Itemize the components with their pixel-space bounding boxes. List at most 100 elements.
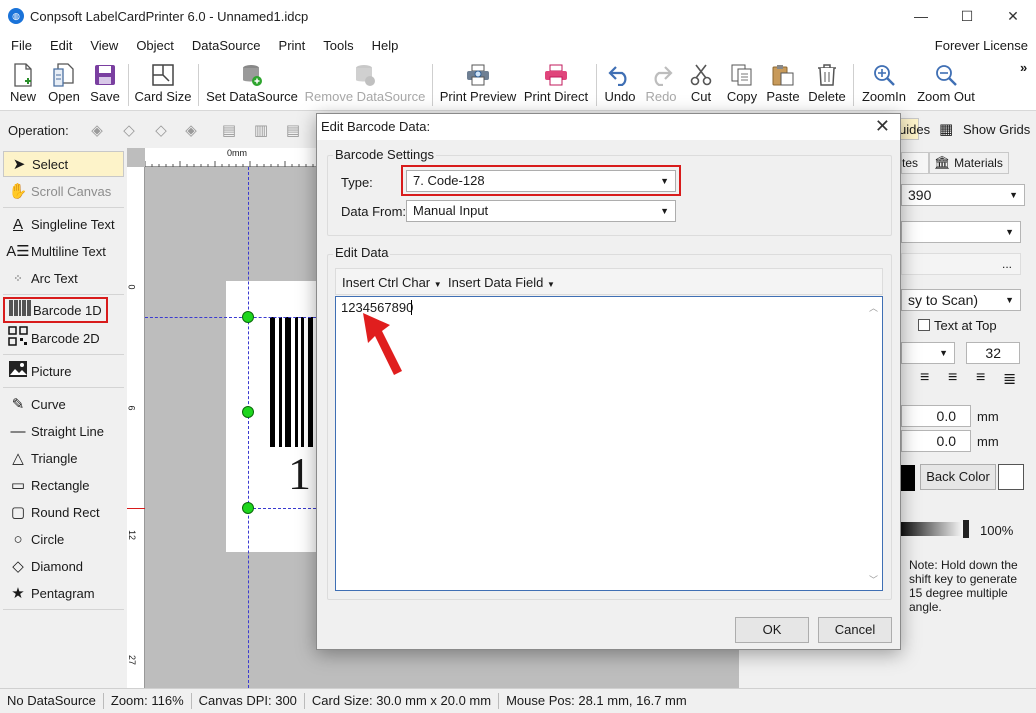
chevron-down-icon: ▼ (433, 280, 442, 289)
zoom-out-button[interactable]: Zoom Out (914, 61, 978, 109)
multiline-text-icon: A☰ (6, 243, 30, 260)
resize-handle[interactable] (242, 502, 254, 514)
print-preview-button[interactable]: Print Preview (438, 61, 518, 109)
tab-materials[interactable]: 🏛 Materials (929, 152, 1009, 174)
barcode-data-textarea[interactable]: 1234567890 ︿ ﹀ (335, 296, 883, 591)
ruler-label: 0 (126, 284, 137, 290)
align-right-icon[interactable]: ▤ (282, 121, 304, 139)
fore-color-swatch[interactable] (901, 465, 915, 491)
layer-send-back-icon[interactable]: ◈ (180, 121, 202, 139)
font-size-spinner[interactable]: 32 (966, 342, 1020, 364)
tool-rectangle[interactable]: ▭ Rectangle (3, 472, 124, 498)
close-icon[interactable]: ✕ (875, 116, 890, 137)
ruler-cursor-marker (127, 508, 145, 509)
font-combo[interactable]: ▼ (901, 342, 955, 364)
textarea-scrollbar[interactable]: ︿ ﹀ (865, 297, 882, 590)
minimize-button[interactable]: — (898, 0, 944, 32)
guides-label[interactable]: uides (899, 122, 930, 137)
zoom-in-button[interactable]: ZoomIn (859, 61, 909, 109)
printer-icon (522, 61, 590, 89)
tool-select[interactable]: ➤ Select (3, 151, 124, 177)
align-right-text-icon[interactable]: ≡ (976, 369, 985, 387)
show-grids-label[interactable]: Show Grids (963, 122, 1030, 137)
open-button[interactable]: Open (45, 61, 83, 109)
menu-tools[interactable]: Tools (312, 38, 360, 53)
ruler-label: 12 (127, 529, 138, 541)
set-datasource-button[interactable]: Set DataSource (205, 61, 299, 109)
status-dpi: Canvas DPI: 300 (192, 693, 305, 709)
opacity-slider-thumb[interactable] (963, 520, 969, 538)
y-position-spinner[interactable]: 0.0 (901, 430, 971, 452)
menu-file[interactable]: File (0, 38, 39, 53)
menu-print[interactable]: Print (268, 38, 313, 53)
tool-pentagram[interactable]: ★ Pentagram (3, 580, 124, 606)
tool-curve[interactable]: ✎ Curve (3, 391, 124, 417)
paste-button[interactable]: Paste (764, 61, 802, 109)
text-caret (411, 300, 412, 315)
tool-round-rect[interactable]: ▢ Round Rect (3, 499, 124, 525)
x-position-spinner[interactable]: 0.0 (901, 405, 971, 427)
menu-object[interactable]: Object (125, 38, 181, 53)
layer-bring-front-icon[interactable]: ◈ (86, 121, 108, 139)
tool-barcode-2d[interactable]: Barcode 2D (3, 325, 124, 351)
tool-barcode-1d[interactable]: Barcode 1D (3, 297, 108, 323)
menu-datasource[interactable]: DataSource (181, 38, 268, 53)
cancel-button[interactable]: Cancel (818, 617, 892, 643)
barcode-style-combo[interactable]: sy to Scan) ▼ (901, 289, 1021, 311)
menu-help[interactable]: Help (361, 38, 406, 53)
save-button[interactable]: Save (87, 61, 123, 109)
tool-singleline-text[interactable]: A Singleline Text (3, 211, 124, 237)
redo-button[interactable]: Redo (643, 61, 679, 109)
unit-label: mm (977, 409, 999, 424)
property-field[interactable]: ... (901, 253, 1021, 275)
back-color-button[interactable]: Back Color (920, 464, 996, 490)
tool-scroll-canvas[interactable]: ✋ Scroll Canvas (3, 178, 124, 204)
new-button[interactable]: New (5, 61, 41, 109)
print-direct-button[interactable]: Print Direct (522, 61, 590, 109)
scroll-down-icon[interactable]: ﹀ (869, 573, 878, 586)
tool-diamond[interactable]: ◇ Diamond (3, 553, 124, 579)
remove-datasource-button[interactable]: Remove DataSource (304, 61, 426, 109)
align-left-icon[interactable]: ▤ (218, 121, 240, 139)
resize-handle[interactable] (242, 311, 254, 323)
status-zoom: Zoom: 116% (104, 693, 192, 709)
align-center-text-icon[interactable]: ≡ (948, 369, 957, 387)
ok-button[interactable]: OK (735, 617, 809, 643)
ellipsis-button[interactable]: ... (1002, 254, 1012, 274)
insert-ctrl-char-button[interactable]: Insert Ctrl Char ▼ (342, 275, 442, 290)
delete-button[interactable]: Delete (806, 61, 848, 109)
tool-straight-line[interactable]: — Straight Line (3, 418, 124, 444)
redo-arrow-icon (643, 61, 679, 89)
menu-view[interactable]: View (79, 38, 125, 53)
insert-data-field-button[interactable]: Insert Data Field ▼ (448, 275, 555, 290)
guide-line-vertical (248, 167, 249, 688)
tab-attributes[interactable]: tes (901, 152, 929, 174)
maximize-button[interactable]: ☐ (944, 0, 990, 32)
layer-forward-icon[interactable]: ◇ (118, 121, 140, 139)
align-justify-text-icon[interactable]: ≣ (1003, 369, 1016, 389)
copy-button[interactable]: Copy (722, 61, 762, 109)
tool-arc-text[interactable]: ⁘ Arc Text (3, 265, 124, 291)
back-color-swatch[interactable] (998, 464, 1024, 490)
tool-triangle[interactable]: △ Triangle (3, 445, 124, 471)
opacity-slider[interactable] (901, 522, 965, 536)
data-from-select[interactable]: Manual Input ▼ (406, 200, 676, 222)
data-value-combo[interactable]: 390 ▼ (901, 184, 1025, 206)
text-at-top-checkbox[interactable] (918, 319, 930, 331)
card-size-button[interactable]: Card Size (134, 61, 192, 109)
layer-backward-icon[interactable]: ◇ (150, 121, 172, 139)
tool-circle[interactable]: ○ Circle (3, 526, 124, 552)
cut-button[interactable]: Cut (684, 61, 718, 109)
align-center-icon[interactable]: ▥ (250, 121, 272, 139)
tool-picture[interactable]: Picture (3, 358, 124, 384)
resize-handle[interactable] (242, 406, 254, 418)
property-combo[interactable]: ▼ (901, 221, 1021, 243)
scroll-up-icon[interactable]: ︿ (869, 301, 878, 314)
align-left-text-icon[interactable]: ≡ (920, 369, 929, 387)
close-button[interactable]: ✕ (990, 0, 1036, 32)
grid-icon: ▦ (939, 121, 954, 138)
tool-multiline-text[interactable]: A☰ Multiline Text (3, 238, 124, 264)
toolbar-overflow-chevron[interactable]: » (1020, 60, 1027, 75)
menu-edit[interactable]: Edit (39, 38, 79, 53)
undo-button[interactable]: Undo (602, 61, 638, 109)
